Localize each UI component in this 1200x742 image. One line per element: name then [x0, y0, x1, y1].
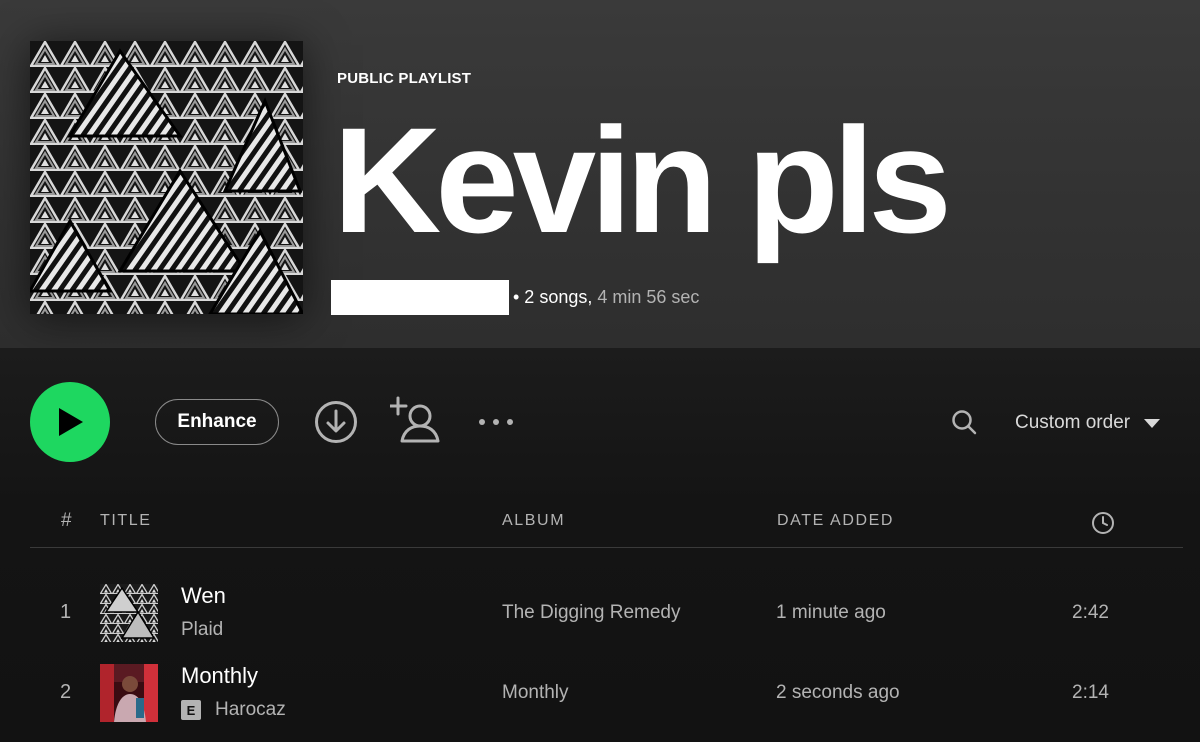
play-button[interactable]: [30, 382, 110, 462]
playlist-duration: 4 min 56 sec: [592, 287, 700, 307]
add-user-icon: [390, 396, 440, 443]
track-artist[interactable]: Harocaz: [215, 699, 286, 721]
artwork-image: [100, 664, 158, 722]
track-album[interactable]: The Digging Remedy: [502, 602, 680, 624]
owner-name-redacted[interactable]: [331, 280, 509, 315]
column-header-duration[interactable]: [1091, 511, 1115, 535]
page-title: Kevin pls: [333, 96, 952, 264]
column-header-number: #: [61, 510, 72, 531]
track-date-added: 2 seconds ago: [776, 682, 900, 703]
track-row[interactable]: 1 Wen Plaid The Digging Remedy 1 minute …: [0, 581, 1200, 645]
download-circle-icon: [315, 401, 357, 443]
sort-order-label: Custom order: [1015, 412, 1131, 433]
more-options-button[interactable]: [475, 410, 517, 434]
enhance-button[interactable]: Enhance: [155, 399, 279, 445]
column-header-album[interactable]: ALBUM: [502, 512, 565, 530]
track-artwork: [100, 664, 158, 722]
search-in-playlist-button[interactable]: [948, 406, 980, 438]
track-duration: 2:14: [1072, 682, 1109, 703]
track-row[interactable]: 2 Monthly E Harocaz Monthly 2 seconds ag…: [0, 661, 1200, 725]
track-number: 1: [60, 601, 72, 623]
track-artist[interactable]: Plaid: [181, 619, 223, 641]
track-album[interactable]: Monthly: [502, 682, 569, 704]
sort-order-dropdown[interactable]: Custom order: [1015, 410, 1161, 436]
column-header-date-added[interactable]: DATE ADDED: [777, 512, 894, 530]
playlist-type-label: PUBLIC PLAYLIST: [337, 70, 472, 87]
cover-pattern: [30, 41, 303, 314]
track-duration: 2:42: [1072, 602, 1109, 623]
header-divider: [30, 547, 1183, 548]
artwork-pattern: [100, 584, 158, 642]
more-horizontal-icon: [479, 419, 513, 425]
caret-down-icon: [1144, 418, 1161, 428]
track-artwork: [100, 584, 158, 642]
track-artist-line: Plaid: [181, 619, 223, 641]
song-count: • 2 songs,: [513, 287, 593, 307]
track-date-added: 1 minute ago: [776, 602, 886, 623]
track-title[interactable]: Monthly: [181, 663, 258, 689]
explicit-badge: E: [181, 700, 201, 720]
add-user-button[interactable]: [390, 396, 442, 446]
download-button[interactable]: [313, 399, 359, 445]
playlist-cover-art[interactable]: [30, 41, 303, 314]
track-number: 2: [60, 681, 72, 703]
track-artist-line: E Harocaz: [181, 699, 286, 721]
track-title[interactable]: Wen: [181, 583, 226, 609]
play-icon: [59, 408, 83, 436]
column-header-title[interactable]: TITLE: [100, 512, 152, 530]
clock-icon: [1092, 512, 1114, 534]
search-icon: [952, 410, 977, 435]
playlist-meta: • 2 songs, 4 min 56 sec: [513, 287, 699, 308]
